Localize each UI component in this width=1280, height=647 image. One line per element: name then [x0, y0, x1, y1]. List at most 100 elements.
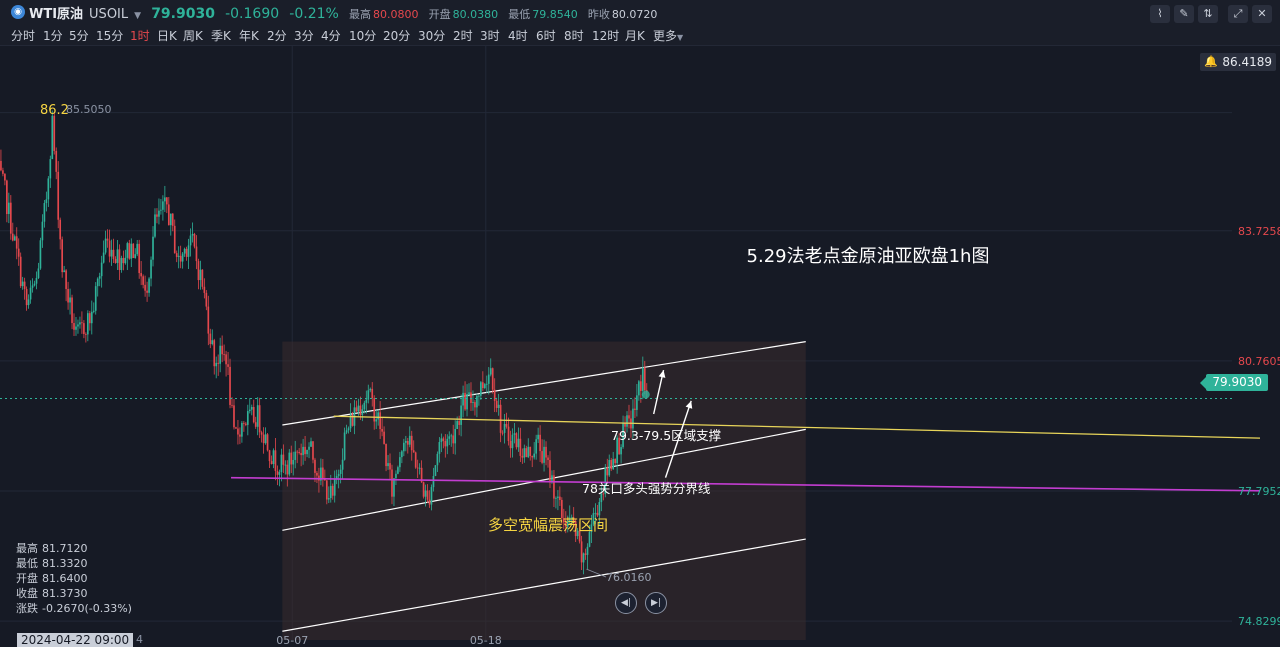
- ohlc-close: 81.3730: [42, 587, 88, 600]
- candle-body: [11, 233, 14, 241]
- candle-body: [79, 322, 81, 325]
- tf-3m[interactable]: 3分: [294, 27, 314, 44]
- tf-2h[interactable]: 2时: [453, 27, 473, 44]
- price-channel: [282, 341, 806, 640]
- candle-body: [620, 447, 622, 455]
- bell-icon[interactable]: 🔔: [1204, 53, 1218, 71]
- candle-body: [258, 405, 261, 433]
- close-icon[interactable]: ✕: [1252, 5, 1272, 23]
- tf-quarter[interactable]: 季K: [211, 27, 231, 44]
- tf-20m[interactable]: 20分: [383, 27, 410, 44]
- candle-body: [446, 438, 449, 447]
- prev-close-label: 昨收: [587, 8, 610, 21]
- candle-body: [203, 286, 206, 293]
- candle-body: [306, 449, 308, 455]
- candle-body: [511, 434, 514, 449]
- wti-logo-icon: ◉: [11, 5, 25, 19]
- candle-body: [158, 210, 160, 217]
- tf-week[interactable]: 周K: [183, 27, 203, 44]
- price-alert[interactable]: 🔔 86.4189: [1200, 53, 1276, 71]
- candle-body: [85, 333, 87, 335]
- candle-body: [383, 431, 385, 444]
- candle-body: [606, 467, 609, 476]
- candle-body: [63, 270, 65, 273]
- candle-body: [272, 450, 275, 465]
- candle-body: [501, 432, 504, 434]
- candle-body: [69, 297, 71, 303]
- tf-fenshi[interactable]: 分时: [11, 27, 35, 44]
- tf-6h[interactable]: 6时: [536, 27, 556, 44]
- tf-12h[interactable]: 12时: [592, 27, 619, 44]
- compare-icon[interactable]: ⇅: [1198, 5, 1218, 23]
- candle-body: [57, 171, 60, 220]
- candle-body: [375, 419, 378, 422]
- step-forward-button[interactable]: ▶|: [645, 592, 667, 614]
- candle-body: [298, 452, 300, 453]
- candle-body: [90, 311, 93, 324]
- drawing-tool-icon[interactable]: ⌇: [1150, 5, 1170, 23]
- candle-body: [4, 173, 6, 181]
- tf-3h[interactable]: 3时: [480, 27, 500, 44]
- low-label: 最低: [508, 8, 531, 21]
- candle-body: [104, 238, 107, 253]
- tf-1m[interactable]: 1分: [43, 27, 63, 44]
- candle-body: [371, 388, 374, 399]
- candle-body: [483, 384, 486, 388]
- candle-body: [304, 446, 306, 455]
- tf-more[interactable]: 更多▼: [653, 27, 683, 44]
- candle-body: [341, 459, 344, 470]
- pencil-icon[interactable]: ✎: [1174, 5, 1194, 23]
- candle-body: [197, 261, 200, 281]
- candle-body: [195, 246, 198, 262]
- candle-body: [150, 259, 152, 279]
- tf-1h[interactable]: 1时: [130, 27, 150, 44]
- tf-month[interactable]: 月K: [625, 27, 645, 44]
- tf-day[interactable]: 日K: [157, 27, 177, 44]
- candle-body: [51, 115, 54, 160]
- symbol-dropdown-icon[interactable]: ▼: [134, 11, 141, 21]
- candle-body: [499, 404, 502, 433]
- tf-2m[interactable]: 2分: [267, 27, 287, 44]
- tf-4h[interactable]: 4时: [508, 27, 528, 44]
- candle-body: [132, 243, 135, 259]
- candle-body: [391, 469, 393, 497]
- candle-body: [142, 276, 144, 285]
- step-back-button[interactable]: ◀|: [615, 592, 637, 614]
- candle-body: [53, 115, 56, 151]
- ohlc-change-label: 涨跌: [16, 602, 38, 615]
- candle-body: [412, 450, 415, 453]
- high-label: 最高: [348, 8, 371, 21]
- symbol-code[interactable]: USOIL: [89, 7, 128, 22]
- candle-body: [404, 440, 407, 443]
- candle-body: [243, 422, 245, 424]
- tf-5m[interactable]: 5分: [69, 27, 89, 44]
- tf-year[interactable]: 年K: [239, 27, 259, 44]
- candle-body: [288, 452, 291, 475]
- candle-body: [169, 213, 172, 226]
- price-chart[interactable]: 5.29法老点金原油亚欧盘1h图 79.3-79.5区域支撑 78关口多头强势分界线…: [0, 46, 1280, 647]
- candle-body: [379, 412, 381, 429]
- symbol-name[interactable]: WTI原油: [29, 3, 83, 22]
- candle-body: [491, 368, 494, 390]
- tf-4m[interactable]: 4分: [321, 27, 341, 44]
- chart-title: 5.29法老点金原油亚欧盘1h图: [747, 246, 990, 267]
- expand-icon[interactable]: ⤢: [1228, 5, 1248, 23]
- boundary-label: 78关口多头强势分界线: [582, 481, 711, 496]
- candle-body: [302, 446, 304, 456]
- candle-body: [254, 422, 257, 427]
- candle-body: [177, 255, 180, 257]
- candle-body: [92, 310, 95, 312]
- candle-body: [225, 354, 227, 365]
- tf-10m[interactable]: 10分: [349, 27, 376, 44]
- candle-body: [543, 446, 545, 463]
- tf-30m[interactable]: 30分: [418, 27, 445, 44]
- candle-body: [395, 473, 397, 479]
- candle-body: [231, 404, 233, 406]
- candle-body: [47, 178, 50, 200]
- candle-body: [274, 450, 277, 471]
- ohlc-low: 81.3320: [42, 557, 88, 570]
- tf-8h[interactable]: 8时: [564, 27, 584, 44]
- candle-body: [146, 290, 148, 293]
- tf-15m[interactable]: 15分: [96, 27, 123, 44]
- candle-body: [535, 439, 537, 454]
